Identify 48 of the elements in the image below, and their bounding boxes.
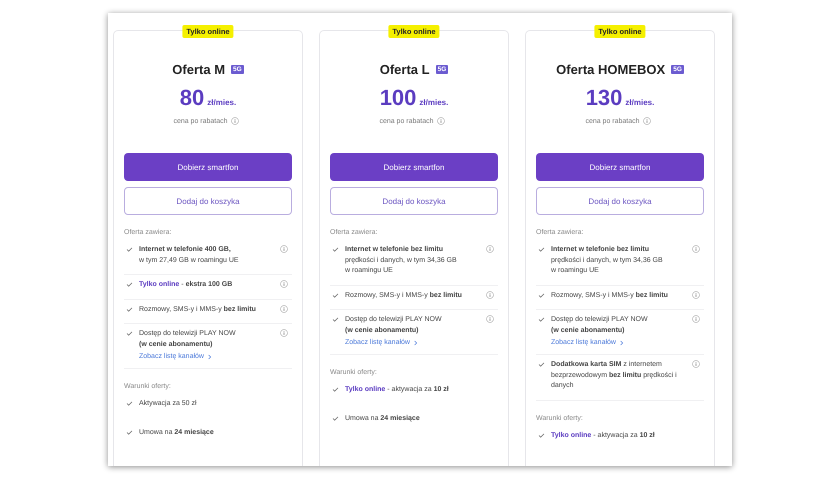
price-unit: zł/mies.: [207, 98, 236, 107]
check-icon: [332, 317, 339, 322]
chevron-icon: [620, 340, 624, 346]
check-icon: [126, 282, 133, 287]
check-icon: [126, 331, 133, 336]
check-icon: [126, 401, 133, 406]
info-icon[interactable]: [436, 117, 445, 125]
check-icon: [538, 292, 545, 298]
check-icon: [538, 432, 545, 438]
chevron-icon: [208, 354, 212, 360]
choose-phone-button[interactable]: Dobierz smartfon: [124, 153, 292, 181]
price-unit: zł/mies.: [419, 98, 448, 107]
info-icon[interactable]: [486, 245, 494, 253]
info-icon[interactable]: [692, 245, 700, 253]
info-icon[interactable]: [642, 117, 651, 125]
check-icon: [538, 317, 545, 322]
info-icon[interactable]: [280, 245, 288, 253]
offer-title: Oferta HOMEBOX: [556, 62, 666, 77]
add-to-cart-button[interactable]: Dodaj do koszyka: [536, 187, 704, 215]
choose-phone-button[interactable]: Dobierz smartfon: [330, 153, 498, 181]
info-icon[interactable]: [486, 315, 494, 323]
info-icon[interactable]: [692, 290, 700, 298]
check-icon: [538, 362, 545, 367]
info-icon[interactable]: [280, 329, 288, 337]
check-icon: [332, 292, 339, 298]
price-unit: zł/mies.: [625, 98, 654, 107]
check-icon: [332, 416, 339, 420]
check-icon: [126, 247, 133, 252]
price: 130: [586, 85, 622, 111]
info-icon[interactable]: [486, 290, 494, 298]
offer-title: Oferta M: [172, 62, 226, 77]
chevron-icon: [414, 340, 418, 346]
info-icon[interactable]: [230, 117, 239, 125]
check-icon: [538, 247, 545, 252]
offer-title: Oferta L: [380, 62, 430, 77]
info-icon[interactable]: [692, 360, 700, 368]
check-icon: [126, 306, 133, 312]
info-icon[interactable]: [692, 315, 700, 323]
check-icon: [332, 247, 339, 252]
info-icon[interactable]: [280, 304, 288, 312]
add-to-cart-button[interactable]: Dodaj do koszyka: [124, 187, 292, 215]
price: 80: [180, 85, 204, 111]
check-icon: [332, 387, 339, 392]
info-icon[interactable]: [280, 280, 288, 288]
check-icon: [126, 430, 133, 434]
choose-phone-button[interactable]: Dobierz smartfon: [536, 153, 704, 181]
add-to-cart-button[interactable]: Dodaj do koszyka: [330, 187, 498, 215]
price: 100: [380, 85, 416, 111]
